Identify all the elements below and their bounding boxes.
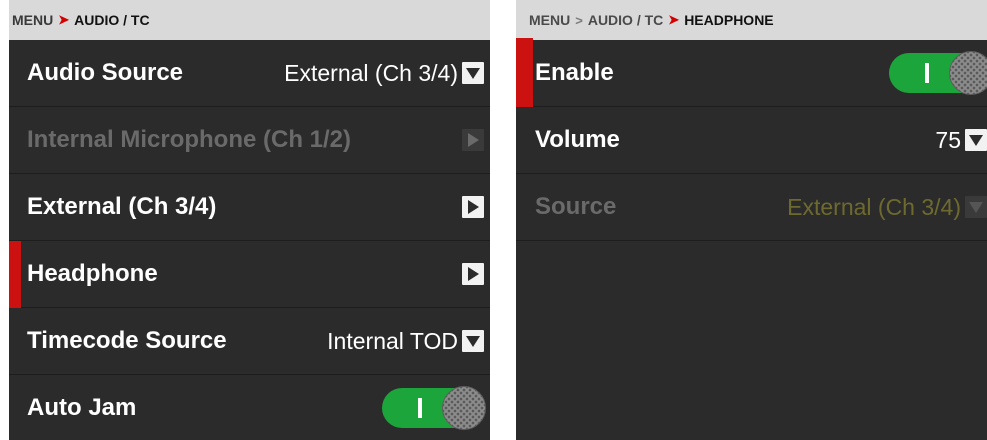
selection-marker bbox=[516, 38, 533, 107]
enable-toggle[interactable] bbox=[889, 51, 987, 95]
audio-source-value: External (Ch 3/4) bbox=[284, 59, 458, 86]
source-label: Source bbox=[535, 193, 617, 220]
audio-source-dropdown-button[interactable] bbox=[462, 62, 484, 84]
headphone-label: Headphone bbox=[27, 260, 158, 287]
headphone-menu-panel: MENU > AUDIO / TC ➤ HEADPHONE Enable Vol… bbox=[516, 0, 987, 440]
timecode-source-dropdown-button[interactable] bbox=[462, 330, 484, 352]
toggle-knob[interactable] bbox=[442, 386, 486, 430]
breadcrumb-separator-icon: > bbox=[575, 12, 583, 28]
breadcrumb: MENU > AUDIO / TC ➤ HEADPHONE bbox=[516, 0, 987, 40]
volume-label: Volume bbox=[535, 126, 620, 153]
source-row: Source External (Ch 3/4) bbox=[516, 174, 987, 241]
volume-value: 75 bbox=[935, 126, 961, 153]
breadcrumb-audio-tc[interactable]: AUDIO / TC bbox=[588, 12, 663, 28]
auto-jam-row[interactable]: Auto Jam bbox=[9, 375, 490, 440]
toggle-knob[interactable] bbox=[949, 51, 987, 95]
volume-row[interactable]: Volume 75 bbox=[516, 107, 987, 174]
triangle-right-icon bbox=[467, 267, 479, 281]
breadcrumb: MENU ➤ AUDIO / TC bbox=[9, 0, 490, 40]
breadcrumb-current: HEADPHONE bbox=[684, 12, 774, 28]
internal-microphone-submenu-button bbox=[462, 129, 484, 151]
triangle-down-icon bbox=[466, 335, 480, 347]
auto-jam-toggle[interactable] bbox=[382, 386, 486, 430]
volume-dropdown-button[interactable] bbox=[965, 129, 987, 151]
audio-source-row[interactable]: Audio Source External (Ch 3/4) bbox=[9, 40, 490, 107]
external-ch34-label: External (Ch 3/4) bbox=[27, 193, 217, 220]
headphone-row[interactable]: Headphone bbox=[9, 241, 490, 308]
audio-tc-menu-panel: MENU ➤ AUDIO / TC Audio Source External … bbox=[9, 0, 490, 440]
internal-microphone-label: Internal Microphone (Ch 1/2) bbox=[27, 126, 352, 153]
timecode-source-value: Internal TOD bbox=[327, 327, 458, 354]
external-ch34-row[interactable]: External (Ch 3/4) bbox=[9, 174, 490, 241]
breadcrumb-menu[interactable]: MENU bbox=[529, 12, 570, 28]
internal-microphone-row: Internal Microphone (Ch 1/2) bbox=[9, 107, 490, 174]
breadcrumb-separator-icon: ➤ bbox=[58, 12, 70, 27]
external-ch34-submenu-button[interactable] bbox=[462, 196, 484, 218]
triangle-down-icon bbox=[969, 134, 983, 146]
breadcrumb-menu[interactable]: MENU bbox=[12, 12, 53, 28]
selection-marker bbox=[9, 241, 21, 308]
triangle-down-icon bbox=[969, 201, 983, 213]
breadcrumb-current: AUDIO / TC bbox=[74, 12, 150, 28]
source-value: External (Ch 3/4) bbox=[787, 193, 961, 220]
toggle-on-indicator-icon bbox=[418, 398, 422, 418]
triangle-right-icon bbox=[467, 200, 479, 214]
triangle-down-icon bbox=[466, 67, 480, 79]
audio-source-label: Audio Source bbox=[27, 59, 184, 86]
auto-jam-label: Auto Jam bbox=[27, 394, 137, 421]
enable-row[interactable]: Enable bbox=[516, 38, 987, 107]
timecode-source-row[interactable]: Timecode Source Internal TOD bbox=[9, 308, 490, 375]
timecode-source-label: Timecode Source bbox=[27, 327, 227, 354]
breadcrumb-separator-icon: ➤ bbox=[668, 12, 680, 27]
headphone-submenu-button[interactable] bbox=[462, 263, 484, 285]
source-dropdown-button bbox=[965, 196, 987, 218]
triangle-right-icon bbox=[467, 133, 479, 147]
toggle-on-indicator-icon bbox=[925, 63, 929, 83]
enable-label: Enable bbox=[535, 59, 614, 86]
